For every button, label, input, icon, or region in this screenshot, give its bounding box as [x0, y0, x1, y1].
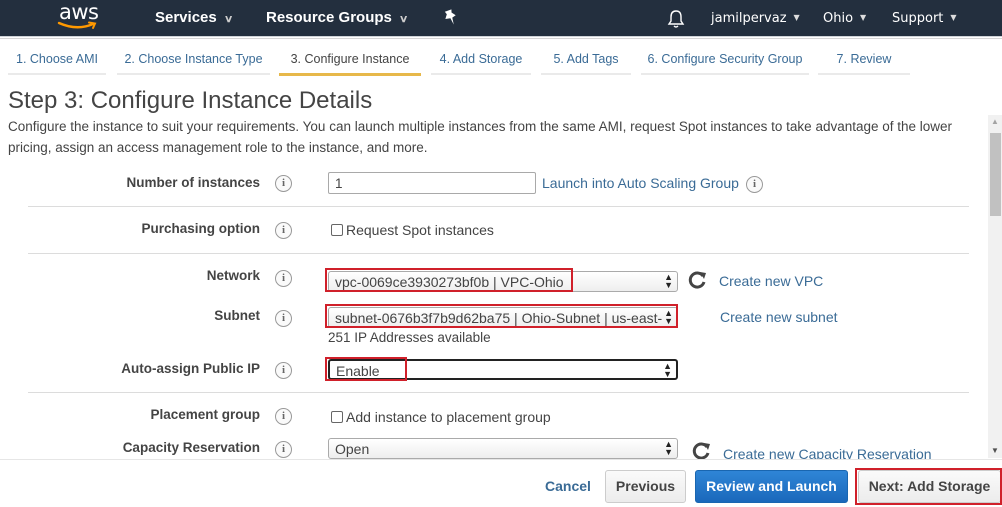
cancel-button[interactable]: Cancel: [538, 470, 598, 503]
network-label: Network: [206, 268, 260, 283]
tab-label: 2. Choose Instance Type: [124, 52, 263, 66]
number-of-instances-label: Number of instances: [126, 175, 260, 190]
wizard-steps: 1. Choose AMI 2. Choose Instance Type 3.…: [0, 38, 1002, 76]
capacity-reservation-select[interactable]: Open ▲ ▼: [328, 438, 678, 459]
tab-configure-instance[interactable]: 3. Configure Instance: [279, 39, 421, 76]
divider: [28, 253, 969, 254]
page-title: Step 3: Configure Instance Details: [8, 87, 373, 114]
aws-smile-icon: [57, 21, 97, 29]
info-icon[interactable]: i: [275, 310, 292, 327]
subnet-ip-availability: 251 IP Addresses available: [328, 330, 491, 345]
refresh-icon[interactable]: [688, 270, 708, 290]
network-value: vpc-0069ce3930273bf0b | VPC-Ohio: [335, 274, 564, 290]
info-icon[interactable]: i: [275, 441, 292, 458]
create-new-subnet-link[interactable]: Create new subnet: [720, 309, 838, 325]
top-navigation-bar: aws Services ∨ Resource Groups ∨ jamilperv…: [0, 0, 1002, 37]
tab-label: 6. Configure Security Group: [647, 52, 803, 66]
subnet-value: subnet-0676b3f7b9d62ba75 | Ohio-Subnet |…: [335, 310, 663, 326]
refresh-icon[interactable]: [692, 441, 712, 461]
placement-group-checkbox[interactable]: Add instance to placement group: [331, 409, 551, 425]
footer-actions: Cancel Previous Review and Launch Next: …: [0, 459, 1002, 507]
checkbox-label: Request Spot instances: [346, 222, 494, 238]
capacity-reservation-value: Open: [335, 441, 370, 457]
checkbox[interactable]: [331, 411, 343, 423]
previous-button[interactable]: Previous: [605, 470, 686, 503]
scroll-down-arrow-icon[interactable]: ▼: [988, 444, 1002, 458]
resource-groups-menu[interactable]: Resource Groups ∨: [266, 9, 409, 26]
tab-add-storage[interactable]: 4. Add Storage: [431, 39, 531, 75]
tab-label: 7. Review: [836, 52, 892, 66]
launch-auto-scaling-link[interactable]: Launch into Auto Scaling Group: [542, 175, 739, 191]
scroll-thumb[interactable]: [990, 133, 1001, 216]
aws-logo[interactable]: aws: [57, 0, 101, 34]
select-arrows-icon: ▲ ▼: [663, 361, 672, 379]
request-spot-instances-checkbox[interactable]: Request Spot instances: [331, 222, 494, 238]
number-of-instances-input[interactable]: 1: [328, 172, 536, 194]
placement-group-label: Placement group: [150, 407, 260, 422]
pin-icon[interactable]: [443, 9, 459, 27]
subnet-select[interactable]: subnet-0676b3f7b9d62ba75 | Ohio-Subnet |…: [328, 307, 678, 328]
select-arrows-icon: ▲ ▼: [664, 308, 673, 326]
auto-assign-ip-value: Enable: [336, 363, 380, 379]
tab-choose-ami[interactable]: 1. Choose AMI: [8, 39, 106, 75]
vertical-scrollbar[interactable]: ▲ ▼: [988, 115, 1002, 458]
caret-down-icon: ▼: [950, 13, 957, 22]
chevron-down-icon: ∨: [398, 14, 409, 25]
services-label: Services: [155, 9, 217, 26]
capacity-reservation-label: Capacity Reservation: [122, 440, 260, 455]
divider: [28, 392, 969, 393]
tab-label: 4. Add Storage: [439, 52, 523, 66]
region-name: Ohio: [823, 11, 854, 26]
info-icon[interactable]: i: [275, 408, 292, 425]
subnet-label: Subnet: [214, 308, 260, 323]
divider: [28, 206, 969, 207]
tab-review[interactable]: 7. Review: [818, 39, 910, 75]
checkbox[interactable]: [331, 224, 343, 236]
checkbox-label: Add instance to placement group: [346, 409, 551, 425]
tab-label: 3. Configure Instance: [290, 52, 410, 66]
auto-assign-ip-select[interactable]: Enable ▲ ▼: [328, 359, 678, 380]
support-label: Support: [892, 11, 944, 26]
chevron-down-icon: ∨: [223, 14, 234, 25]
tab-choose-instance-type[interactable]: 2. Choose Instance Type: [117, 39, 270, 75]
info-icon[interactable]: i: [275, 175, 292, 192]
info-icon[interactable]: i: [275, 270, 292, 287]
review-and-launch-button[interactable]: Review and Launch: [695, 470, 848, 503]
page-description: Configure the instance to suit your requ…: [8, 119, 953, 155]
purchasing-option-label: Purchasing option: [141, 221, 260, 236]
info-icon[interactable]: i: [275, 362, 292, 379]
support-menu[interactable]: Support ▼: [892, 11, 957, 26]
network-select[interactable]: vpc-0069ce3930273bf0b | VPC-Ohio ▲ ▼: [328, 271, 678, 292]
info-icon[interactable]: i: [275, 222, 292, 239]
next-add-storage-button[interactable]: Next: Add Storage: [858, 470, 1001, 503]
caret-down-icon: ▼: [860, 13, 867, 22]
bell-icon[interactable]: [667, 9, 685, 29]
user-menu[interactable]: jamilpervaz ▼: [711, 11, 800, 26]
info-icon[interactable]: i: [746, 176, 763, 193]
resource-groups-label: Resource Groups: [266, 9, 392, 26]
select-arrows-icon: ▲ ▼: [664, 439, 673, 457]
tab-add-tags[interactable]: 5. Add Tags: [541, 39, 631, 75]
services-menu[interactable]: Services ∨: [155, 9, 234, 26]
select-arrows-icon: ▲ ▼: [664, 272, 673, 290]
auto-assign-ip-label: Auto-assign Public IP: [121, 361, 260, 376]
tab-label: 1. Choose AMI: [16, 52, 98, 66]
tab-configure-security-group[interactable]: 6. Configure Security Group: [641, 39, 809, 75]
scroll-up-arrow-icon[interactable]: ▲: [988, 115, 1002, 129]
tab-label: 5. Add Tags: [553, 52, 619, 66]
caret-down-icon: ▼: [793, 13, 800, 22]
user-name: jamilpervaz: [711, 11, 787, 26]
region-menu[interactable]: Ohio ▼: [823, 11, 866, 26]
create-new-vpc-link[interactable]: Create new VPC: [719, 273, 823, 289]
